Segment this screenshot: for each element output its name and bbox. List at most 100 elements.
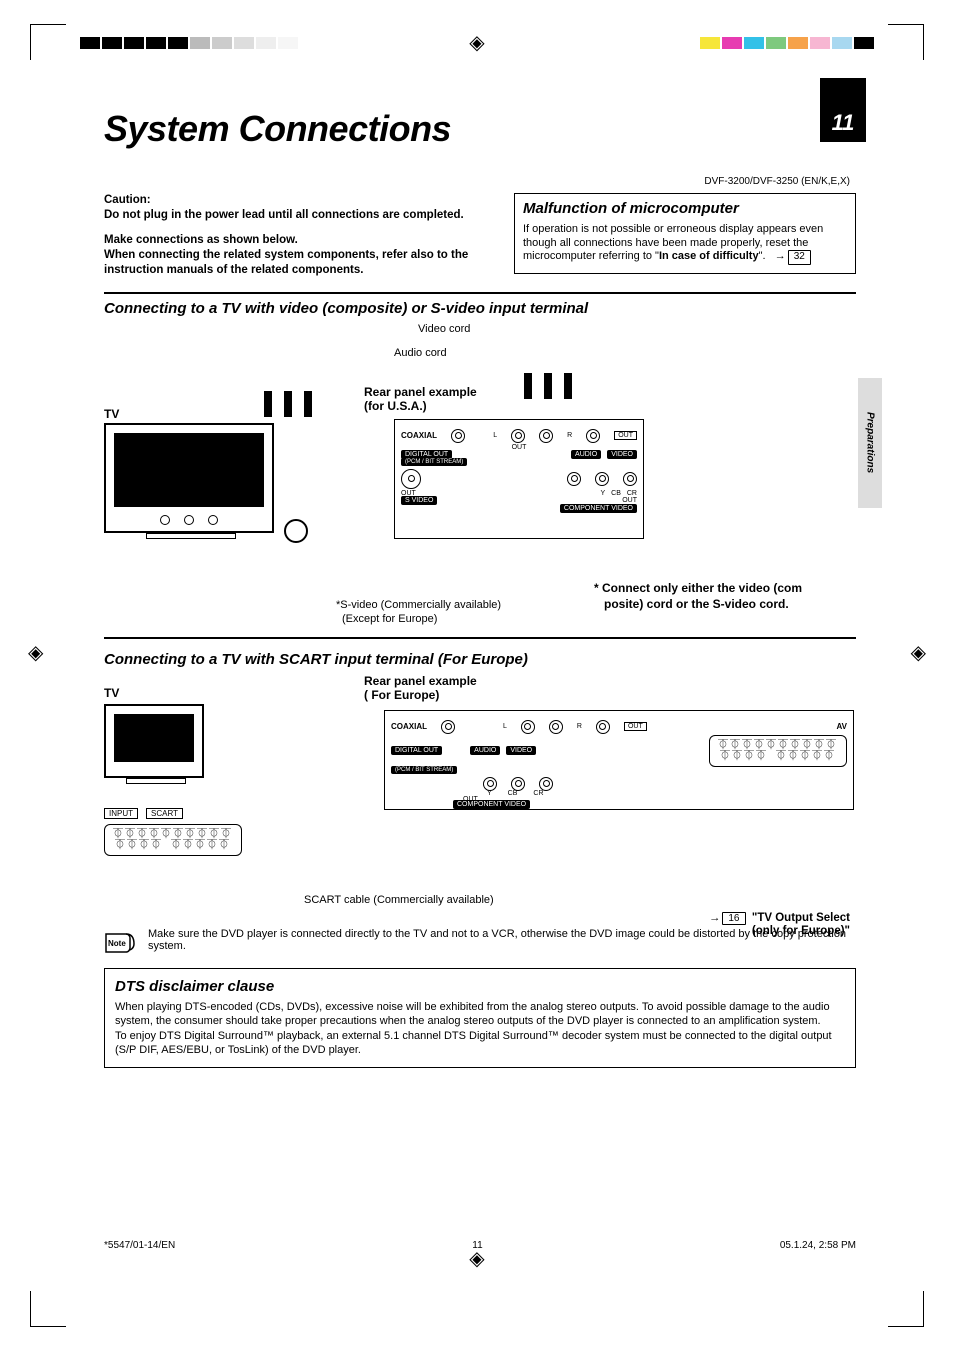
- eu-y-label: Y: [487, 790, 492, 797]
- panel-video-label: VIDEO: [607, 450, 637, 459]
- eu-video-jack-icon: [596, 720, 610, 734]
- section1-heading: Connecting to a TV with video (composite…: [104, 300, 856, 317]
- rear-panel-usa: COAXIAL L R OUT OUT DIGITAL OUT AUDIO VI…: [394, 419, 644, 539]
- caution-line2: Make connections as shown below.: [104, 234, 298, 246]
- component-cb-jack-icon: [595, 472, 609, 486]
- label-svideo-1: *S-video (Commercially available): [336, 599, 501, 613]
- eu-r-label: R: [577, 723, 582, 730]
- tv-cable-combs: [264, 391, 312, 417]
- tv-output-select-2: (only for Europe)": [752, 925, 850, 937]
- eu-component-label: COMPONENT VIDEO: [453, 800, 530, 809]
- label-scart: SCART: [146, 808, 183, 819]
- tv-illustration: [104, 423, 274, 533]
- section-rule-2: [104, 637, 856, 639]
- malfunction-heading: Malfunction of microcomputer: [523, 200, 847, 219]
- page-number-badge: 11: [820, 78, 866, 142]
- panel-component-label: COMPONENT VIDEO: [560, 504, 637, 513]
- caution-line1: Do not plug in the power lead until all …: [104, 209, 464, 221]
- footer-left: *5547/01-14/EN: [104, 1240, 175, 1251]
- panel-r-label: R: [567, 432, 572, 439]
- label-svideo-2: (Except for Europe): [342, 613, 437, 627]
- caution-heading: Caution:: [104, 194, 151, 206]
- footer-right: 05.1.24, 2:58 PM: [780, 1240, 856, 1251]
- panel-out-small: OUT: [512, 444, 527, 451]
- dts-paragraph-2: To enjoy DTS Digital Surround™ playback,…: [115, 1029, 845, 1058]
- diagram-composite-svideo: Video cord Audio cord Rear panel example…: [104, 323, 856, 623]
- panel-audio-label: AUDIO: [571, 450, 601, 459]
- eu-coaxial-jack-icon: [441, 720, 455, 734]
- page-title: System Connections: [104, 108, 856, 150]
- eu-out-label: OUT: [624, 722, 647, 731]
- page-footer: *5547/01-14/EN 11 05.1.24, 2:58 PM: [104, 1240, 856, 1251]
- audio-l-jack-icon: [511, 429, 525, 443]
- rear-panel-eu: COAXIAL L R OUT AV DIGITAL OUT AUDIO VID…: [384, 710, 854, 810]
- registration-target-right-icon: ◈: [911, 640, 926, 665]
- document-id: DVF-3200/DVF-3250 (EN/K,E,X): [104, 176, 856, 187]
- arrow-icon: →: [775, 250, 786, 262]
- panel-digital-out-label-2: (PCM / BIT STREAM): [401, 458, 467, 466]
- svideo-plug-icon: [284, 519, 308, 543]
- eu-coaxial-label: COAXIAL: [391, 722, 427, 731]
- label-audio-cord: Audio cord: [394, 347, 447, 359]
- scart-connector-input: ⏁⏁⏁⏁⏁⏁⏁⏁⏁⏁⏁⏁⏁⏁ ⏁⏁⏁⏁⏁: [104, 824, 242, 856]
- audio-r-jack-icon: [539, 429, 553, 443]
- diagram-scart: Rear panel example ( For Europe) TV INPU…: [104, 674, 856, 924]
- dts-disclaimer-box: DTS disclaimer clause When playing DTS-e…: [104, 968, 856, 1069]
- eu-audio-r-jack-icon: [549, 720, 563, 734]
- side-tab-preparations: Preparations: [858, 378, 882, 508]
- label-rear-panel-eu-1: Rear panel example: [364, 674, 477, 688]
- note-icon: Note: [104, 928, 138, 958]
- component-cr-jack-icon: [623, 472, 637, 486]
- svg-text:Note: Note: [108, 939, 126, 948]
- label-tv: TV: [104, 407, 119, 421]
- eu-audio-label: AUDIO: [470, 746, 500, 755]
- crop-mark-br: [888, 1291, 924, 1327]
- panel-l-label: L: [493, 432, 497, 439]
- component-y-jack-icon: [567, 472, 581, 486]
- panel-y-label: Y: [600, 490, 605, 497]
- coaxial-jack-icon: [451, 429, 465, 443]
- malfunction-box: Malfunction of microcomputer If operatio…: [514, 193, 856, 274]
- panel-svideo-label: S VIDEO: [401, 496, 437, 505]
- eu-audio-l-jack-icon: [521, 720, 535, 734]
- registration-target-left-icon: ◈: [28, 640, 43, 665]
- crop-mark-bl: [30, 1291, 66, 1327]
- arrow-icon-2: →: [709, 912, 721, 924]
- svideo-jack-icon: [401, 469, 421, 489]
- label-rear-panel-1: Rear panel example: [364, 385, 477, 399]
- eu-cb-label: CB: [508, 790, 518, 797]
- malfunction-body-b: ".: [759, 250, 766, 262]
- video-jack-icon: [586, 429, 600, 443]
- panel-out-small-3: OUT: [622, 497, 637, 504]
- eu-video-label: VIDEO: [506, 746, 536, 755]
- caution-line3: When connecting the related system compo…: [104, 249, 468, 276]
- tv-illustration-eu: [104, 704, 204, 778]
- label-rear-panel-2: (for U.S.A.): [364, 399, 427, 413]
- eu-cr-label: CR: [533, 790, 543, 797]
- registration-target-icon: ◈: [469, 30, 484, 55]
- label-rear-panel-eu-2: ( For Europe): [364, 688, 439, 702]
- malfunction-body-bold: In case of difficulty: [659, 250, 759, 262]
- eu-l-label: L: [503, 723, 507, 730]
- section-rule: [104, 292, 856, 294]
- eu-digital-out-2: (PCM / BIT STREAM): [391, 766, 457, 774]
- panel-cable-combs: [524, 373, 572, 399]
- label-input: INPUT: [104, 808, 138, 819]
- label-scart-cable: SCART cable (Commercially available): [304, 894, 494, 908]
- dts-paragraph-1: When playing DTS-encoded (CDs, DVDs), ex…: [115, 1000, 845, 1029]
- panel-cr-label: CR: [627, 490, 637, 497]
- tv-output-select-1: "TV Output Select: [752, 912, 850, 924]
- page-ref-32: 32: [788, 250, 811, 265]
- panel-coaxial-label: COAXIAL: [401, 431, 437, 440]
- label-connect-note-2: posite) cord or the S-video cord.: [604, 597, 789, 611]
- dts-heading: DTS disclaimer clause: [115, 977, 845, 997]
- label-video-cord: Video cord: [418, 323, 470, 335]
- eu-av-label: AV: [836, 722, 847, 731]
- section2-heading: Connecting to a TV with SCART input term…: [104, 651, 856, 668]
- label-connect-note-1: * Connect only either the video (com: [594, 581, 802, 595]
- registration-strip: ◈: [0, 36, 954, 50]
- footer-center: 11: [472, 1240, 482, 1251]
- eu-digital-out-1: DIGITAL OUT: [391, 746, 442, 755]
- eu-cr-jack-icon: [539, 777, 553, 791]
- page-content: System Connections 11 DVF-3200/DVF-3250 …: [104, 108, 856, 1068]
